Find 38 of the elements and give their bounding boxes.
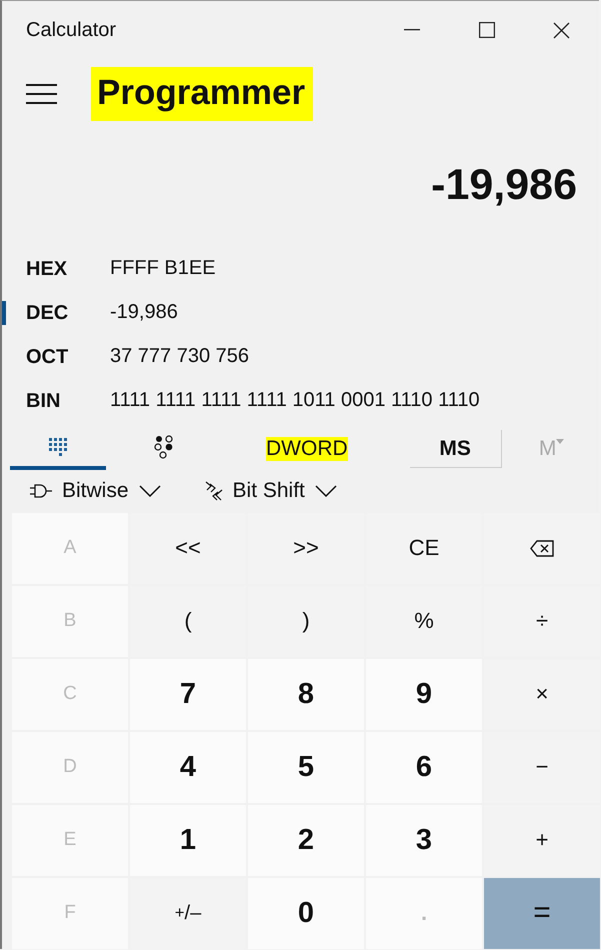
backspace-icon <box>530 540 554 557</box>
digit-key[interactable]: 1 <box>130 804 246 876</box>
bitwise-menu[interactable]: Bitwise <box>30 479 161 504</box>
maximize-icon[interactable] <box>478 22 494 38</box>
logic-gate-icon <box>30 484 52 498</box>
radix-value: -19,986 <box>110 301 178 324</box>
close-icon[interactable] <box>553 22 570 39</box>
digit-key[interactable]: 2 <box>248 804 364 876</box>
caret-icon <box>556 439 564 444</box>
bit-shift-menu[interactable]: Bit Shift <box>204 479 337 504</box>
chevrons-icon <box>204 481 223 502</box>
chevron-down-icon <box>314 485 337 498</box>
equals-key[interactable]: = <box>484 878 600 949</box>
word-size-button[interactable]: DWORD <box>266 437 348 462</box>
keypad-icon <box>49 438 67 456</box>
digit-key[interactable]: 7 <box>130 658 246 730</box>
radix-value: FFFF B1EE <box>110 257 216 280</box>
digit-key[interactable]: 8 <box>248 658 364 730</box>
radix-value: 1111 1111 1111 1111 1011 0001 1110 1110 <box>110 389 480 412</box>
mode-title: Programmer <box>91 67 314 122</box>
menu-icon[interactable] <box>26 84 57 104</box>
radix-label[interactable]: BIN <box>2 388 110 413</box>
digit-key[interactable]: 6 <box>366 732 482 803</box>
window-title: Calculator <box>26 18 118 42</box>
memory-store-button[interactable]: MS <box>410 430 502 468</box>
radix-label[interactable]: OCT <box>2 344 110 369</box>
result-display: -19,986 <box>431 161 577 210</box>
digit-key[interactable]: 9 <box>366 658 482 730</box>
chevron-down-icon <box>138 485 161 498</box>
digit-key[interactable]: 3 <box>366 804 482 876</box>
digit-key[interactable]: 4 <box>130 732 246 803</box>
dots-icon <box>154 435 174 460</box>
radix-value: 37 777 730 756 <box>110 345 250 368</box>
digit-key[interactable]: 5 <box>248 732 364 803</box>
radix-label[interactable]: HEX <box>2 256 110 281</box>
digit-key[interactable]: 0 <box>248 878 364 949</box>
minimize-icon[interactable] <box>404 29 420 32</box>
radix-label[interactable]: DEC <box>2 300 110 325</box>
